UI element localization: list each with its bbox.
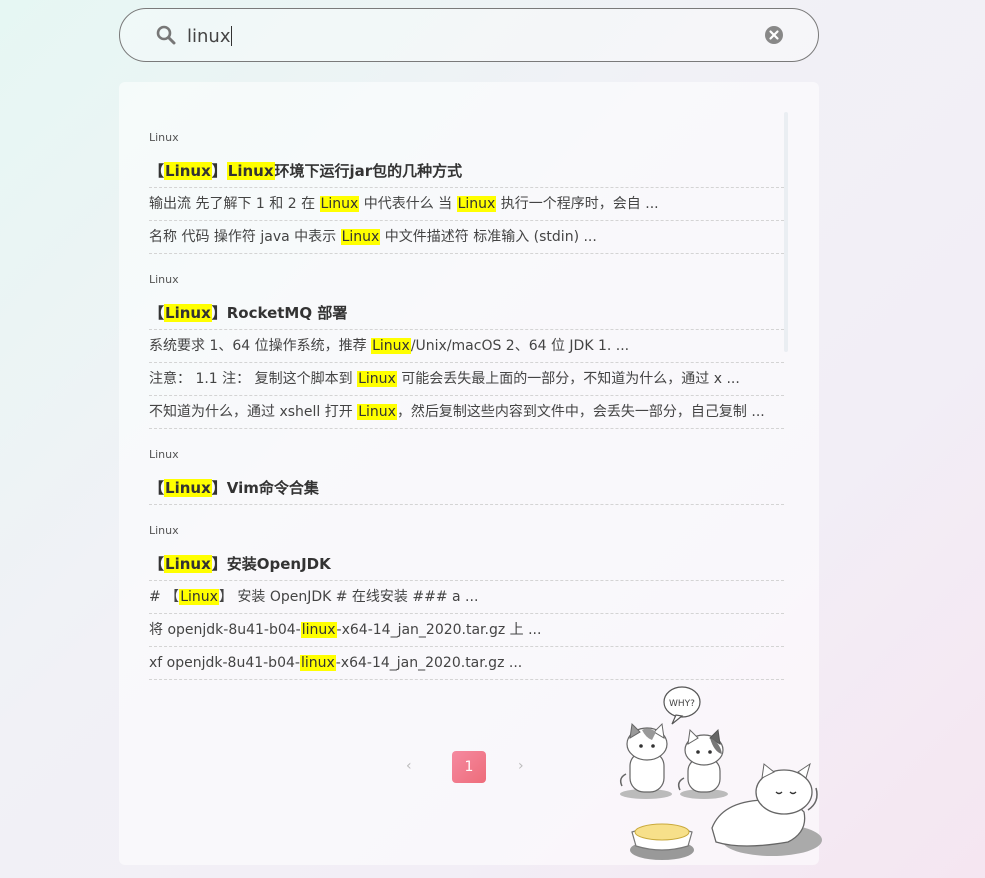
speech-bubble-icon: WHY?	[663, 686, 701, 725]
snippet-text: 名称 代码 操作符 java 中表示	[149, 229, 341, 245]
search-input[interactable]: linux	[187, 22, 747, 50]
result-snippet-link[interactable]: 不知道为什么，通过 xshell 打开 Linux，然后复制这些内容到文件中，会…	[149, 396, 784, 429]
result-snippet-link[interactable]: 输出流 先了解下 1 和 2 在 Linux 中代表什么 当 Linux 执行一…	[149, 188, 784, 221]
highlight-term: Linux	[164, 162, 212, 180]
speech-text: WHY?	[669, 699, 695, 709]
result-item: Linux 【Linux】安装OpenJDK # 【Linux】 安装 OpenJD…	[149, 505, 784, 680]
snippet-text: 将 openjdk-8u41-b04-	[149, 622, 301, 638]
title-text: 】RocketMQ 部署	[211, 304, 348, 322]
result-category: Linux	[149, 131, 179, 144]
snippet-text: /Unix/macOS 2、64 位 JDK 1. ...	[410, 338, 630, 354]
snippet-text: -x64-14_jan_2020.tar.gz 上 ...	[336, 622, 542, 638]
text-caret	[231, 26, 233, 46]
snippet-text: ，然后复制这些内容到文件中，会丢失一部分，自己复制 ...	[396, 404, 765, 420]
result-snippet-link[interactable]: # 【Linux】 安装 OpenJDK # 在线安装 ### a ...	[149, 581, 784, 614]
title-text: 【	[149, 162, 165, 180]
title-text: 环境下运行jar包的几种方式	[274, 162, 463, 180]
food-bowl-icon	[630, 823, 694, 860]
results-list: Linux 【Linux】Linux环境下运行jar包的几种方式 输出流 先了解下 …	[149, 112, 784, 680]
highlight-term: Linux	[371, 338, 411, 354]
highlight-term: Linux	[319, 196, 360, 212]
result-title-link[interactable]: 【Linux】Linux环境下运行jar包的几种方式	[149, 151, 784, 188]
highlight-term: Linux	[179, 589, 219, 605]
result-snippet-link[interactable]: 将 openjdk-8u41-b04-linux-x64-14_jan_2020…	[149, 614, 784, 647]
result-title-link[interactable]: 【Linux】Vim命令合集	[149, 468, 784, 505]
result-category: Linux	[149, 524, 179, 537]
highlight-term: Linux	[456, 196, 497, 212]
snippet-text: xf openjdk-8u41-b04-	[149, 655, 300, 671]
result-item: Linux 【Linux】RocketMQ 部署 系统要求 1、64 位操作系统，推…	[149, 254, 784, 429]
clear-icon[interactable]	[764, 25, 784, 45]
snippet-text: 执行一个程序时，会自 ...	[496, 196, 659, 212]
result-category: Linux	[149, 448, 179, 461]
result-snippet-link[interactable]: 系统要求 1、64 位操作系统，推荐 Linux/Unix/macOS 2、64…	[149, 330, 784, 363]
snippet-text: 中文件描述符 标准输入 (stdin) ...	[380, 229, 597, 245]
page-button-current[interactable]: 1	[452, 751, 486, 783]
highlight-term: Linux	[164, 304, 212, 322]
result-item: Linux 【Linux】Linux环境下运行jar包的几种方式 输出流 先了解下 …	[149, 112, 784, 254]
title-text: 】	[211, 162, 227, 180]
snippet-text: -x64-14_jan_2020.tar.gz ...	[335, 655, 523, 671]
result-snippet-link[interactable]: xf openjdk-8u41-b04-linux-x64-14_jan_202…	[149, 647, 784, 680]
highlight-term: Linux	[340, 229, 381, 245]
snippet-text: 不知道为什么，通过 xshell 打开	[149, 404, 358, 420]
prev-page-button[interactable]: ‹	[406, 758, 412, 774]
highlight-term: Linux	[226, 162, 275, 180]
scrollbar[interactable]	[784, 112, 788, 352]
result-title-link[interactable]: 【Linux】安装OpenJDK	[149, 544, 784, 581]
snippet-text: 中代表什么 当	[359, 196, 457, 212]
highlight-term: Linux	[164, 555, 212, 573]
result-title-link[interactable]: 【Linux】RocketMQ 部署	[149, 293, 784, 330]
snippet-text: 可能会丢失最上面的一部分，不知道为什么，通过 x ...	[396, 371, 740, 387]
highlight-term: linux	[299, 655, 336, 671]
snippet-text: 注意： 1.1 注： 复制这个脚本到	[149, 371, 358, 387]
snippet-text: # 【	[149, 589, 180, 605]
title-text: 】Vim命令合集	[211, 479, 319, 497]
highlight-term: Linux	[357, 404, 397, 420]
highlight-term: Linux	[357, 371, 397, 387]
result-snippet-link[interactable]: 注意： 1.1 注： 复制这个脚本到 Linux 可能会丢失最上面的一部分，不知…	[149, 363, 784, 396]
snippet-text: 输出流 先了解下 1 和 2 在	[149, 196, 320, 212]
snippet-text: 】 安装 OpenJDK # 在线安装 ### a ...	[218, 589, 479, 605]
result-item: Linux 【Linux】Vim命令合集	[149, 429, 784, 505]
snippet-text: 系统要求 1、64 位操作系统，推荐	[149, 338, 372, 354]
next-page-button[interactable]: ›	[518, 758, 524, 774]
title-text: 【	[149, 304, 165, 322]
title-text: 【	[149, 555, 165, 573]
cats-illustration: WHY?	[619, 686, 822, 860]
result-category: Linux	[149, 273, 179, 286]
result-snippet-link[interactable]: 名称 代码 操作符 java 中表示 Linux 中文件描述符 标准输入 (st…	[149, 221, 784, 254]
title-text: 【	[149, 479, 165, 497]
search-bar[interactable]: linux	[119, 8, 819, 62]
search-icon	[156, 25, 176, 45]
lying-cat-icon	[711, 762, 822, 856]
title-text: 】安装OpenJDK	[211, 555, 331, 573]
highlight-term: Linux	[164, 479, 212, 497]
highlight-term: linux	[300, 622, 337, 638]
cat-icon	[619, 722, 672, 799]
cat-icon	[677, 728, 728, 799]
